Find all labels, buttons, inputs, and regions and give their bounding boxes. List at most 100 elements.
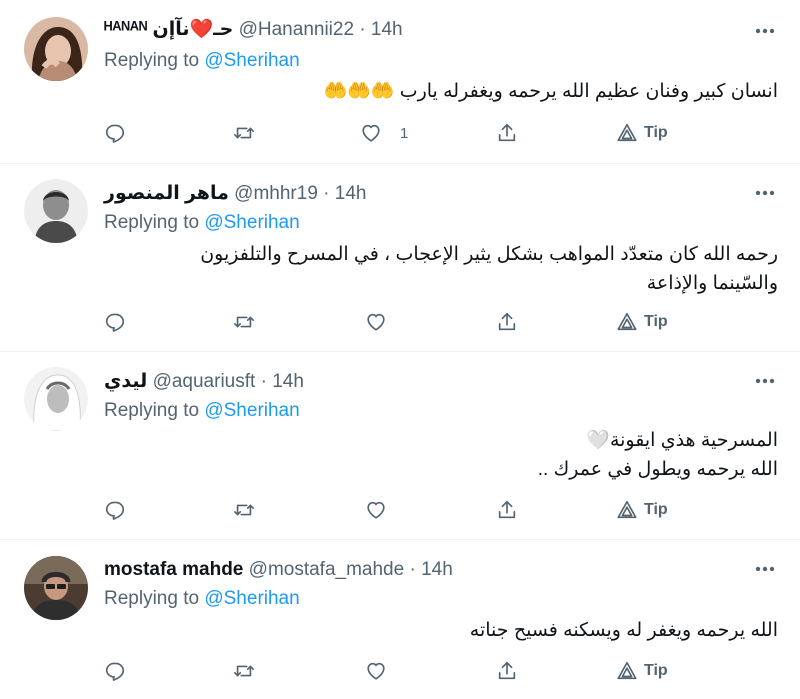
replying-prefix: Replying to <box>104 588 205 609</box>
more-icon[interactable] <box>752 18 778 44</box>
mention-link[interactable]: @Sherihan <box>204 212 299 233</box>
tip-label: Tip <box>644 501 668 518</box>
tweet-header: ᴴᴬᴺᴬᴺ حـ❤️نآإن @Hanannii22 · 14h <box>104 18 403 42</box>
reply-button[interactable] <box>104 655 126 687</box>
reply-tweet[interactable]: ليدي @aquariusft · 14h Replying to @Sher… <box>0 352 800 540</box>
action-bar: Tip <box>100 494 700 526</box>
tip-icon <box>616 122 638 144</box>
replying-prefix: Replying to <box>104 50 205 71</box>
heart-icon <box>365 311 387 333</box>
share-icon <box>496 660 518 682</box>
avatar[interactable] <box>24 556 88 620</box>
timestamp[interactable]: 14h <box>272 371 304 392</box>
separator: · <box>323 183 330 204</box>
action-bar: Tip <box>100 655 700 687</box>
reply-icon <box>104 311 126 333</box>
like-button[interactable]: 1 <box>360 117 408 149</box>
display-name[interactable]: ماهر المنصور <box>104 183 229 204</box>
tweet-text: رحمه الله كان متعدّد المواهب بشكل يثير ا… <box>98 240 778 298</box>
share-button[interactable] <box>496 117 518 149</box>
reply-button[interactable] <box>104 117 126 149</box>
avatar[interactable] <box>24 179 88 243</box>
mention-link[interactable]: @Sherihan <box>204 588 299 609</box>
separator: · <box>260 371 267 392</box>
separator: · <box>359 19 366 40</box>
tip-button[interactable]: Tip <box>616 655 668 687</box>
tip-label: Tip <box>644 313 668 330</box>
tip-icon <box>616 660 638 682</box>
tip-icon <box>616 311 638 333</box>
reply-tweet[interactable]: ᴴᴬᴺᴬᴺ حـ❤️نآإن @Hanannii22 · 14h Replyin… <box>0 0 800 164</box>
retweet-icon <box>233 122 255 144</box>
heart-icon <box>365 660 387 682</box>
avatar[interactable] <box>24 17 88 81</box>
reply-icon <box>104 499 126 521</box>
user-handle[interactable]: @mostafa_mahde <box>249 559 405 580</box>
action-bar: 1 Tip <box>100 117 700 149</box>
tweet-text-line: والسّينما والإذاعة <box>646 273 778 294</box>
tweet-text: المسرحية هذي ايقونة🤍 الله يرحمه ويطول في… <box>98 426 778 484</box>
reply-tweet[interactable]: mostafa mahde @mostafa_mahde · 14h Reply… <box>0 540 800 699</box>
tip-button[interactable]: Tip <box>616 494 668 526</box>
tweet-text-line: المسرحية هذي ايقونة🤍 <box>586 430 778 451</box>
reply-tweet[interactable]: ماهر المنصور @mhhr19 · 14h Replying to @… <box>0 164 800 352</box>
user-handle[interactable]: @Hanannii22 <box>239 19 354 40</box>
mention-link[interactable]: @Sherihan <box>204 50 299 71</box>
share-icon <box>496 499 518 521</box>
reply-button[interactable] <box>104 306 126 338</box>
action-bar: Tip <box>100 306 700 338</box>
reply-icon <box>104 660 126 682</box>
like-button[interactable] <box>365 655 405 687</box>
tip-label: Tip <box>644 662 668 679</box>
retweet-button[interactable] <box>233 655 255 687</box>
tweet-header: ماهر المنصور @mhhr19 · 14h <box>104 182 366 206</box>
tweet-text-line: الله يرحمه ويغفر له ويسكنه فسيح جناته <box>469 620 778 641</box>
mention-link[interactable]: @Sherihan <box>204 400 299 421</box>
replying-to: Replying to @Sherihan <box>104 399 300 423</box>
share-button[interactable] <box>496 655 518 687</box>
retweet-button[interactable] <box>233 117 255 149</box>
tweet-text: الله يرحمه ويغفر له ويسكنه فسيح جناته <box>98 616 778 645</box>
tip-label: Tip <box>644 124 668 141</box>
more-icon[interactable] <box>752 368 778 394</box>
heart-icon <box>365 499 387 521</box>
more-icon[interactable] <box>752 180 778 206</box>
reply-icon <box>104 122 126 144</box>
tweet-text-line: رحمه الله كان متعدّد المواهب بشكل يثير ا… <box>200 244 778 265</box>
user-handle[interactable]: @mhhr19 <box>234 183 318 204</box>
display-name[interactable]: ᴴᴬᴺᴬᴺ حـ❤️نآإن <box>104 19 233 40</box>
display-name[interactable]: ليدي <box>104 371 147 392</box>
tweet-text-line: انسان كبير وفنان عظيم الله يرحمه ويغفرله… <box>323 81 778 102</box>
share-icon <box>496 122 518 144</box>
retweet-icon <box>233 311 255 333</box>
replying-to: Replying to @Sherihan <box>104 587 300 611</box>
timestamp[interactable]: 14h <box>371 19 403 40</box>
tweet-text: انسان كبير وفنان عظيم الله يرحمه ويغفرله… <box>98 77 778 106</box>
like-count: 1 <box>400 124 409 142</box>
replying-prefix: Replying to <box>104 400 205 421</box>
retweet-icon <box>233 499 255 521</box>
tweet-header: ليدي @aquariusft · 14h <box>104 370 304 394</box>
reply-button[interactable] <box>104 494 126 526</box>
retweet-icon <box>233 660 255 682</box>
avatar[interactable] <box>24 367 88 431</box>
tip-button[interactable]: Tip <box>616 306 668 338</box>
share-button[interactable] <box>496 306 518 338</box>
tweet-text-line: الله يرحمه ويطول في عمرك .. <box>537 459 778 480</box>
display-name[interactable]: mostafa mahde <box>104 559 243 580</box>
replying-to: Replying to @Sherihan <box>104 49 300 73</box>
separator: · <box>409 559 416 580</box>
like-button[interactable] <box>365 306 405 338</box>
share-button[interactable] <box>496 494 518 526</box>
more-icon[interactable] <box>752 556 778 582</box>
retweet-button[interactable] <box>233 494 255 526</box>
timestamp[interactable]: 14h <box>421 559 453 580</box>
user-handle[interactable]: @aquariusft <box>153 371 256 392</box>
timestamp[interactable]: 14h <box>335 183 367 204</box>
like-button[interactable] <box>365 494 405 526</box>
tip-icon <box>616 499 638 521</box>
replying-to: Replying to @Sherihan <box>104 211 300 235</box>
tip-button[interactable]: Tip <box>616 117 668 149</box>
heart-icon <box>360 122 382 144</box>
retweet-button[interactable] <box>233 306 255 338</box>
